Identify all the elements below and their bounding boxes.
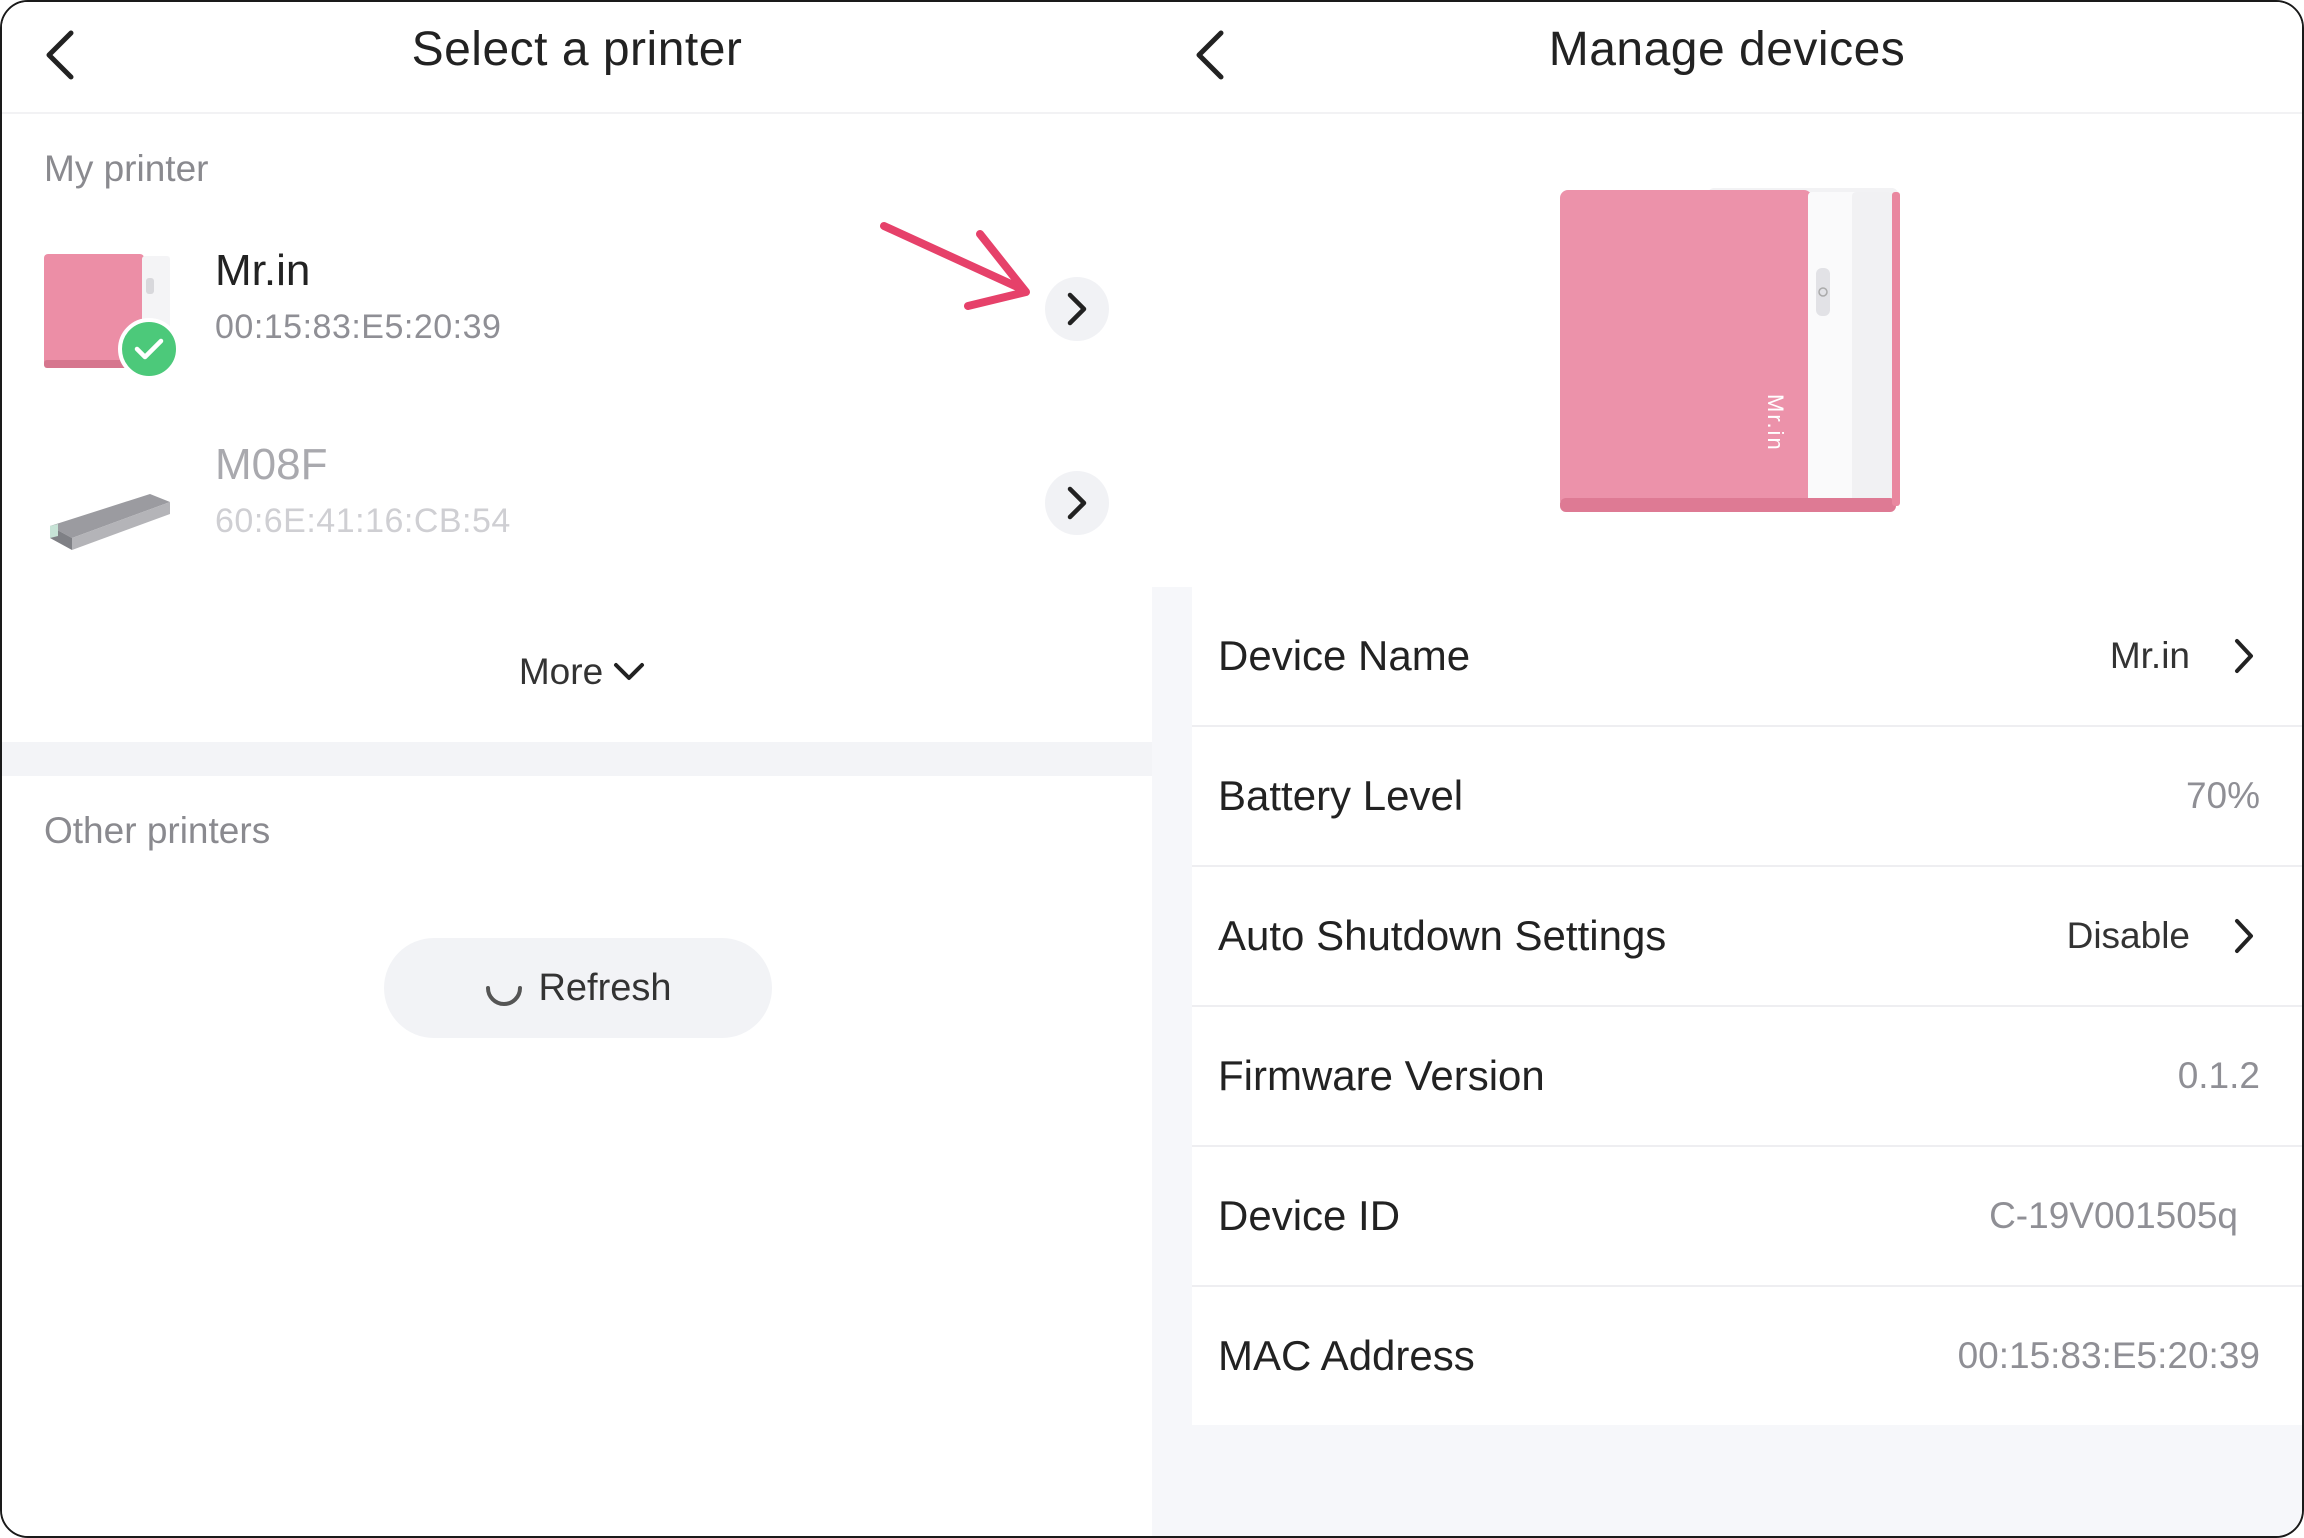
row-device-name[interactable]: Device Name Mr.in	[1192, 587, 2302, 727]
spinner-icon	[486, 986, 523, 1006]
row-mac-address: MAC Address 00:15:83:E5:20:39	[1192, 1287, 2302, 1425]
row-label: Battery Level	[1218, 772, 1464, 819]
printer-name: Mr.in	[215, 246, 311, 295]
check-circle-icon	[118, 318, 180, 380]
refresh-button[interactable]: Refresh	[384, 938, 772, 1038]
row-value: 0.1.2	[2177, 1055, 2260, 1096]
page-title: Manage devices	[1548, 23, 1906, 76]
row-value: Disable	[2066, 915, 2190, 956]
row-value: C-19V001505q	[1989, 1195, 2238, 1236]
refresh-label: Refresh	[538, 966, 672, 1009]
device-image: Mr.in	[1552, 178, 1912, 523]
app-frame: Select a printer My printer Mr.in 00:15:…	[0, 0, 2304, 1538]
row-label: Firmware Version	[1218, 1052, 1545, 1099]
chevron-right-icon	[1067, 292, 1087, 326]
row-value: Mr.in	[2109, 635, 2190, 676]
row-label: Device Name	[1218, 632, 1471, 679]
navbar: Select a printer	[2, 2, 1152, 114]
printer-thumbnail-m08f	[42, 442, 174, 566]
more-button[interactable]: More	[502, 642, 662, 702]
row-auto-shutdown[interactable]: Auto Shutdown Settings Disable	[1192, 867, 2302, 1007]
chevron-right-icon	[2235, 639, 2253, 673]
navbar: Manage devices	[1152, 2, 2302, 114]
row-label: MAC Address	[1218, 1332, 1475, 1379]
select-printer-screen: Select a printer My printer Mr.in 00:15:…	[2, 2, 1152, 1536]
manage-devices-screen: Manage devices Mr.in Device Name Mr.in B…	[1152, 2, 2302, 1536]
printer-detail-button[interactable]	[1045, 277, 1109, 341]
row-battery-level: Battery Level 70%	[1192, 727, 2302, 867]
row-label: Device ID	[1218, 1192, 1401, 1239]
device-info-list: Device Name Mr.in Battery Level 70% Auto…	[1192, 587, 2302, 1425]
page-title: Select a printer	[411, 23, 743, 76]
printer-name: M08F	[215, 440, 328, 489]
more-label: More	[518, 651, 604, 692]
printer-detail-button[interactable]	[1045, 471, 1109, 535]
other-printers-label: Other printers	[44, 810, 271, 851]
row-value: 00:15:83:E5:20:39	[1957, 1335, 2260, 1376]
printer-row-m08f[interactable]: M08F 60:6E:41:16:CB:54	[2, 418, 1152, 588]
chevron-right-icon	[2235, 919, 2253, 953]
printer-mac: 00:15:83:E5:20:39	[215, 308, 502, 346]
chevron-down-icon	[614, 663, 645, 680]
row-firmware-version: Firmware Version 0.1.2	[1192, 1007, 2302, 1147]
row-label: Auto Shutdown Settings	[1218, 912, 1667, 959]
annotation-arrow-icon	[880, 222, 1030, 310]
printer-mac: 60:6E:41:16:CB:54	[215, 502, 511, 540]
device-logo-text: Mr.in	[1763, 394, 1788, 452]
chevron-right-icon	[1067, 486, 1087, 520]
my-printer-label: My printer	[44, 148, 209, 189]
row-value: 70%	[2185, 775, 2260, 816]
section-divider	[2, 742, 1152, 776]
row-device-id: Device ID C-19V001505q	[1192, 1147, 2302, 1287]
